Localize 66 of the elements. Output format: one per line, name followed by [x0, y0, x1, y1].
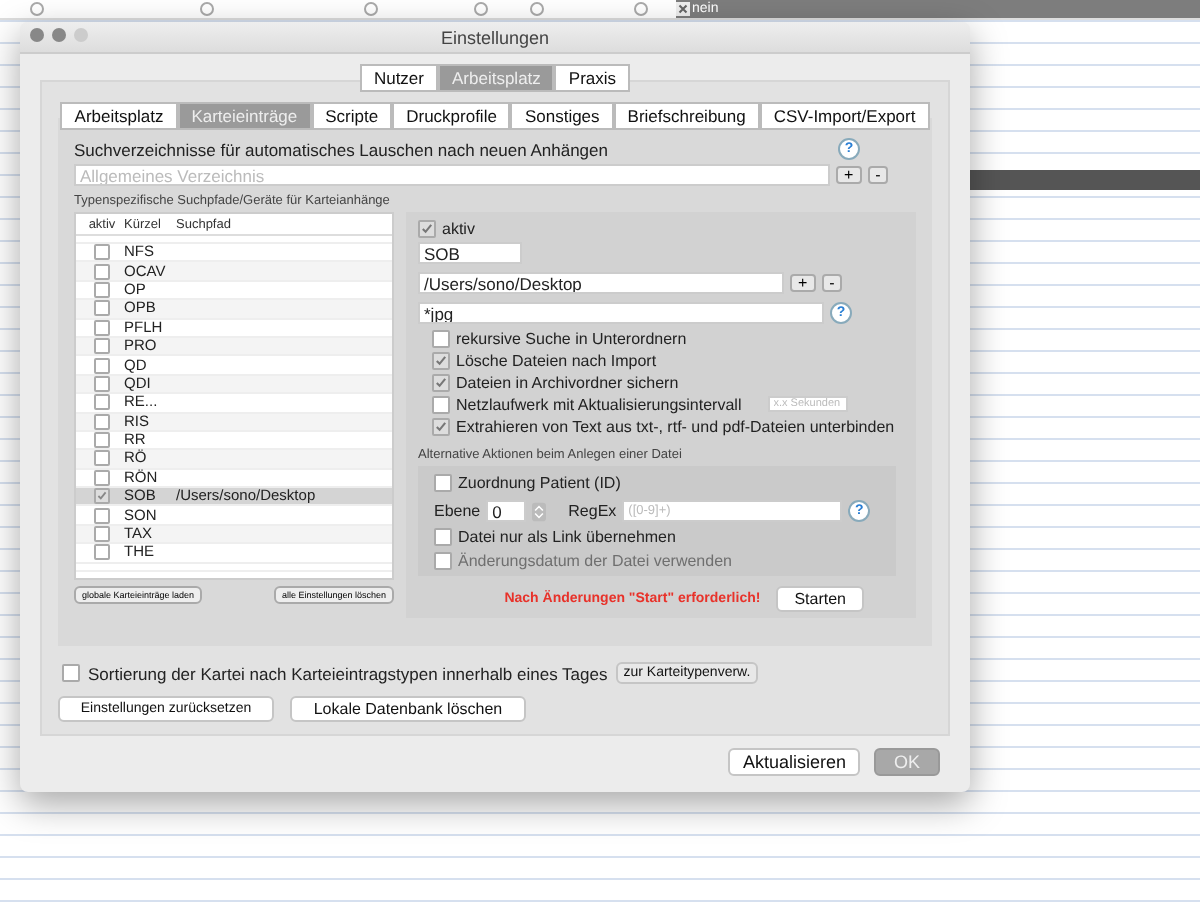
remove-button[interactable]: -: [867, 166, 889, 184]
zoom-button[interactable]: [74, 28, 88, 42]
action-button[interactable]: Lokale Datenbank löschen: [290, 696, 526, 722]
checkbox[interactable]: [94, 488, 110, 505]
checkbox-label: rekursive Suche in Unterordnern: [456, 329, 687, 347]
directory-field[interactable]: Allgemeines Verzeichnis: [74, 164, 830, 186]
checkbox[interactable]: [94, 338, 110, 355]
checkbox[interactable]: [432, 373, 450, 391]
checkbox[interactable]: [94, 432, 110, 449]
add-button[interactable]: +: [836, 166, 862, 184]
radio-button[interactable]: [634, 2, 648, 16]
field-label: RegEx: [568, 502, 617, 520]
tab[interactable]: Sonstiges: [510, 102, 614, 130]
radio-button[interactable]: [530, 2, 544, 16]
checkbox-label: Sortierung der Kartei nach Karteieintragstypen innerhalb eines Tages: [88, 663, 608, 683]
checkbox[interactable]: [94, 357, 110, 374]
checkbox[interactable]: [94, 394, 110, 411]
pattern-field[interactable]: *jpg: [418, 302, 824, 324]
checkbox[interactable]: [434, 473, 452, 491]
tab[interactable]: Druckprofile: [392, 102, 511, 130]
checkbox-label: Lösche Dateien nach Import: [456, 351, 657, 369]
checkbox-label: aktiv: [442, 219, 475, 237]
code-field[interactable]: SOB: [418, 242, 522, 264]
checkbox-label: Extrahieren von Text aus txt-, rtf- und pdf-Dateien unterbinden: [456, 417, 895, 435]
segment-tab[interactable]: Nutzer: [359, 64, 438, 92]
level-field[interactable]: 0: [486, 500, 527, 522]
checkbox[interactable]: [418, 219, 436, 237]
checkbox[interactable]: [62, 664, 80, 682]
checkbox[interactable]: [94, 507, 110, 524]
checkbox[interactable]: [94, 300, 110, 317]
section-label: Suchverzeichnisse für automatisches Lauschen nach neuen Anhängen: [74, 139, 608, 159]
tab[interactable]: CSV-Import/Export: [759, 102, 930, 130]
field-label: Ebene: [434, 502, 481, 520]
checkbox[interactable]: [432, 329, 450, 347]
add-button[interactable]: +: [790, 274, 816, 292]
checkbox[interactable]: [432, 395, 450, 413]
checkbox[interactable]: [94, 450, 110, 467]
checkbox[interactable]: [94, 526, 110, 543]
stepper-icon[interactable]: [532, 501, 547, 521]
checkbox-label: Netzlaufwerk mit Aktualisierungsintervall: [456, 395, 742, 413]
checkbox-label: Änderungsdatum der Datei verwenden: [458, 551, 732, 569]
segment-tab[interactable]: Praxis: [554, 64, 631, 92]
tab[interactable]: Arbeitsplatz: [60, 102, 178, 130]
radio-button[interactable]: [200, 2, 214, 16]
footer-button[interactable]: Aktualisieren: [728, 748, 860, 776]
path-field[interactable]: /Users/sono/Desktop: [418, 272, 784, 294]
checkbox[interactable]: [432, 417, 450, 435]
checkbox[interactable]: [432, 351, 450, 369]
radio-button[interactable]: [474, 2, 488, 16]
checkbox[interactable]: [94, 244, 110, 261]
tab[interactable]: Briefschreibung: [613, 102, 760, 130]
checkbox-label: Zuordnung Patient (ID): [458, 473, 621, 491]
start-button[interactable]: Starten: [776, 586, 864, 612]
close-button[interactable]: [30, 28, 44, 42]
radio-button[interactable]: [30, 2, 44, 16]
checkbox[interactable]: [94, 263, 110, 280]
cross-icon: [676, 2, 690, 16]
window-title: Einstellungen: [440, 27, 550, 47]
tab[interactable]: Scripte: [311, 102, 393, 130]
checkbox[interactable]: [94, 544, 110, 561]
minimize-button[interactable]: [52, 28, 66, 42]
checkbox-label: Dateien in Archivordner sichern: [456, 373, 679, 391]
radio-button[interactable]: [364, 2, 378, 16]
remove-button[interactable]: -: [821, 274, 843, 292]
checkbox-label: Datei nur als Link übernehmen: [458, 527, 676, 545]
checkbox[interactable]: [434, 527, 452, 545]
